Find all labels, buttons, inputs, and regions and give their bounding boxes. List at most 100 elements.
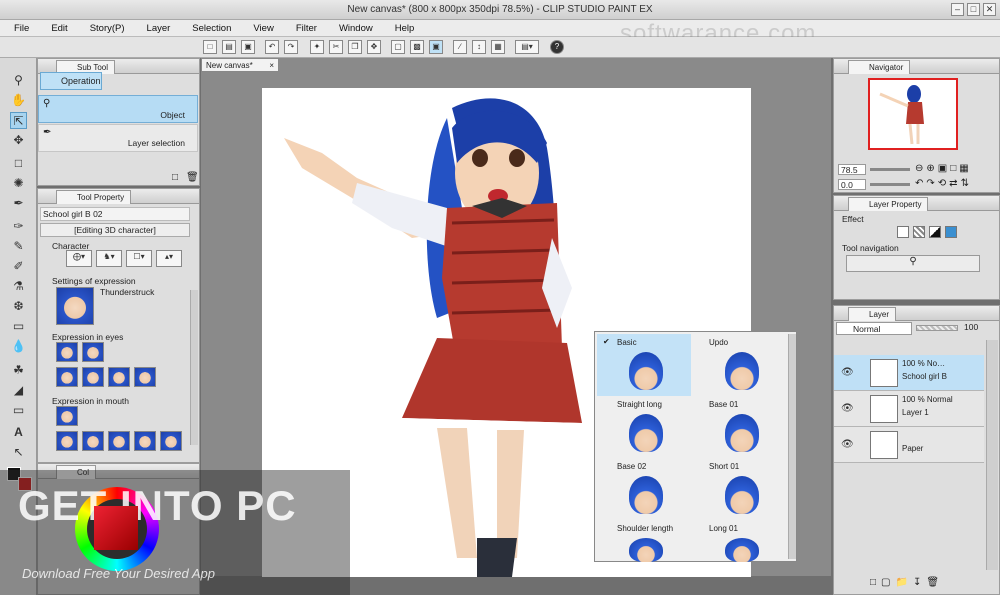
rotate-value-field[interactable]: 0.0 [838,179,866,190]
effect-border-icon[interactable] [897,226,909,238]
mouth-preset-thumb[interactable] [160,431,182,451]
menu-filter[interactable]: Filter [282,20,325,36]
layer-row-3d[interactable]: 👁 100 % No… School girl B [834,355,984,391]
close-button[interactable]: ✕ [983,3,996,16]
flip-vertical-icon[interactable]: ⇅ [961,178,969,189]
pose-icon[interactable]: ♞▾ [96,250,122,267]
zoom-slider[interactable] [870,168,910,171]
color-mode-icon[interactable]: ▤▾ [515,40,539,54]
eye-preset-thumb[interactable] [134,367,156,387]
menu-view[interactable]: View [239,20,281,36]
fill-tool-icon[interactable]: ☘ [10,362,27,379]
close-canvas-icon[interactable]: × [269,61,274,70]
zoom-out-icon[interactable]: ⊖ [915,163,923,174]
hair-popup-scrollbar[interactable] [788,334,796,559]
flip-horizontal-icon[interactable]: ⇄ [949,178,957,189]
camera-rotate-icon[interactable]: ⨁▾ [66,250,92,267]
effect-extract-line-icon[interactable] [929,226,941,238]
text-tool-icon[interactable]: A [10,424,27,441]
eye-preset-thumb[interactable] [56,342,78,362]
eye-visible-icon[interactable]: 👁 [841,403,854,414]
opacity-value[interactable]: 100 [964,322,978,332]
operation-group-button[interactable]: Operation [40,72,102,90]
merge-down-icon[interactable]: ↧ [913,577,921,588]
eye-preset-thumb[interactable] [82,367,104,387]
maximize-button[interactable]: □ [967,3,980,16]
new-raster-layer-icon[interactable]: □ [870,577,876,588]
tab-layer[interactable]: Layer [848,307,897,321]
eraser-tool-icon[interactable]: ▭ [10,318,27,335]
zoom-tool-icon[interactable]: ⚲ [10,72,27,89]
zoom-in-icon[interactable]: ⊕ [926,163,934,174]
zoom-value-field[interactable]: 78.5 [838,164,866,175]
sub-tool-layer-selection[interactable]: ✒ Layer selection [38,124,198,152]
expression-preview-thumb[interactable] [56,287,94,325]
rotate-left-icon[interactable]: ↶ [915,178,923,189]
body-shape-icon[interactable]: ☐▾ [126,250,152,267]
tab-canvas[interactable]: New canvas* × [201,58,279,72]
snap-grid-icon[interactable]: ▦ [491,40,505,54]
operation-tool-icon[interactable]: ⇱ [10,112,27,129]
hand-tool-icon[interactable]: ✋ [10,92,27,109]
correct-line-icon[interactable]: ↖ [10,444,27,461]
pen-tool-icon[interactable]: ✑ [10,218,27,235]
fit-icon[interactable]: □ [950,163,956,174]
rotate-right-icon[interactable]: ↷ [926,178,934,189]
save-icon[interactable]: ▣ [241,40,255,54]
gradient-tool-icon[interactable]: ◢ [10,382,27,399]
tool-property-scrollbar[interactable] [190,290,198,445]
menu-selection[interactable]: Selection [178,20,239,36]
redo-icon[interactable]: ↷ [284,40,298,54]
selection-tool-icon[interactable]: □ [10,155,27,172]
hair-preset-basic[interactable]: ✔ Basic [597,334,691,396]
eye-preset-thumb[interactable] [82,342,104,362]
help-icon[interactable]: ? [550,40,564,54]
tab-layer-property[interactable]: Layer Property [848,197,929,211]
hair-preset-straight-long[interactable]: Straight long [597,396,691,458]
hair-preset-long-01[interactable]: Long 01 [693,520,787,562]
reset-rotate-icon[interactable]: ⟲ [938,178,946,189]
clear-icon[interactable]: ✦ [310,40,324,54]
opacity-slider[interactable] [916,325,958,331]
copy-icon[interactable]: ❐ [348,40,362,54]
cut-icon[interactable]: ✂ [329,40,343,54]
deselect-icon[interactable]: ▢ [391,40,405,54]
actual-size-icon[interactable]: ▣ [938,163,947,174]
eye-visible-icon[interactable]: 👁 [841,367,854,378]
mouth-preset-thumb[interactable] [134,431,156,451]
figure-tool-icon[interactable]: ▭ [10,402,27,419]
hair-icon[interactable]: ▴▾ [156,250,182,267]
show-selection-icon[interactable]: ▣ [429,40,443,54]
move-layer-icon[interactable]: ✥ [10,132,27,149]
rotate-slider[interactable] [870,183,910,186]
eye-visible-icon[interactable]: 👁 [841,439,854,450]
auto-select-icon[interactable]: ✺ [10,175,27,192]
snap-ruler-icon[interactable]: ∕ [453,40,467,54]
mouth-preset-thumb[interactable] [56,406,78,426]
menu-window[interactable]: Window [325,20,381,36]
hair-preset-base-01[interactable]: Base 01 [693,396,787,458]
menu-help[interactable]: Help [381,20,423,36]
decoration-tool-icon[interactable]: ❆ [10,298,27,315]
mouth-preset-thumb[interactable] [56,431,78,451]
fit-window-icon[interactable]: ▦ [959,163,968,174]
navigator-preview[interactable] [868,78,958,150]
snap-special-ruler-icon[interactable]: ↕ [472,40,486,54]
hair-preset-shoulder-length[interactable]: Shoulder length [597,520,691,562]
layer-row-raster[interactable]: 👁 100 % Normal Layer 1 [834,391,984,427]
blend-mode-select[interactable]: Normal [836,322,912,335]
eye-preset-thumb[interactable] [108,367,130,387]
layer-scrollbar[interactable] [986,340,998,570]
effect-tone-icon[interactable] [913,226,925,238]
new-vector-layer-icon[interactable]: ▢ [881,577,890,588]
undo-icon[interactable]: ↶ [265,40,279,54]
blend-tool-icon[interactable]: 💧 [10,338,27,355]
menu-layer[interactable]: Layer [133,20,179,36]
pencil-tool-icon[interactable]: ✎ [10,238,27,255]
effect-layer-color-icon[interactable] [945,226,957,238]
tool-navigation-button[interactable]: ⚲ [846,255,980,272]
transform-icon[interactable]: ✥ [367,40,381,54]
invert-selection-icon[interactable]: ▩ [410,40,424,54]
mouth-preset-thumb[interactable] [108,431,130,451]
open-file-icon[interactable]: ▤ [222,40,236,54]
